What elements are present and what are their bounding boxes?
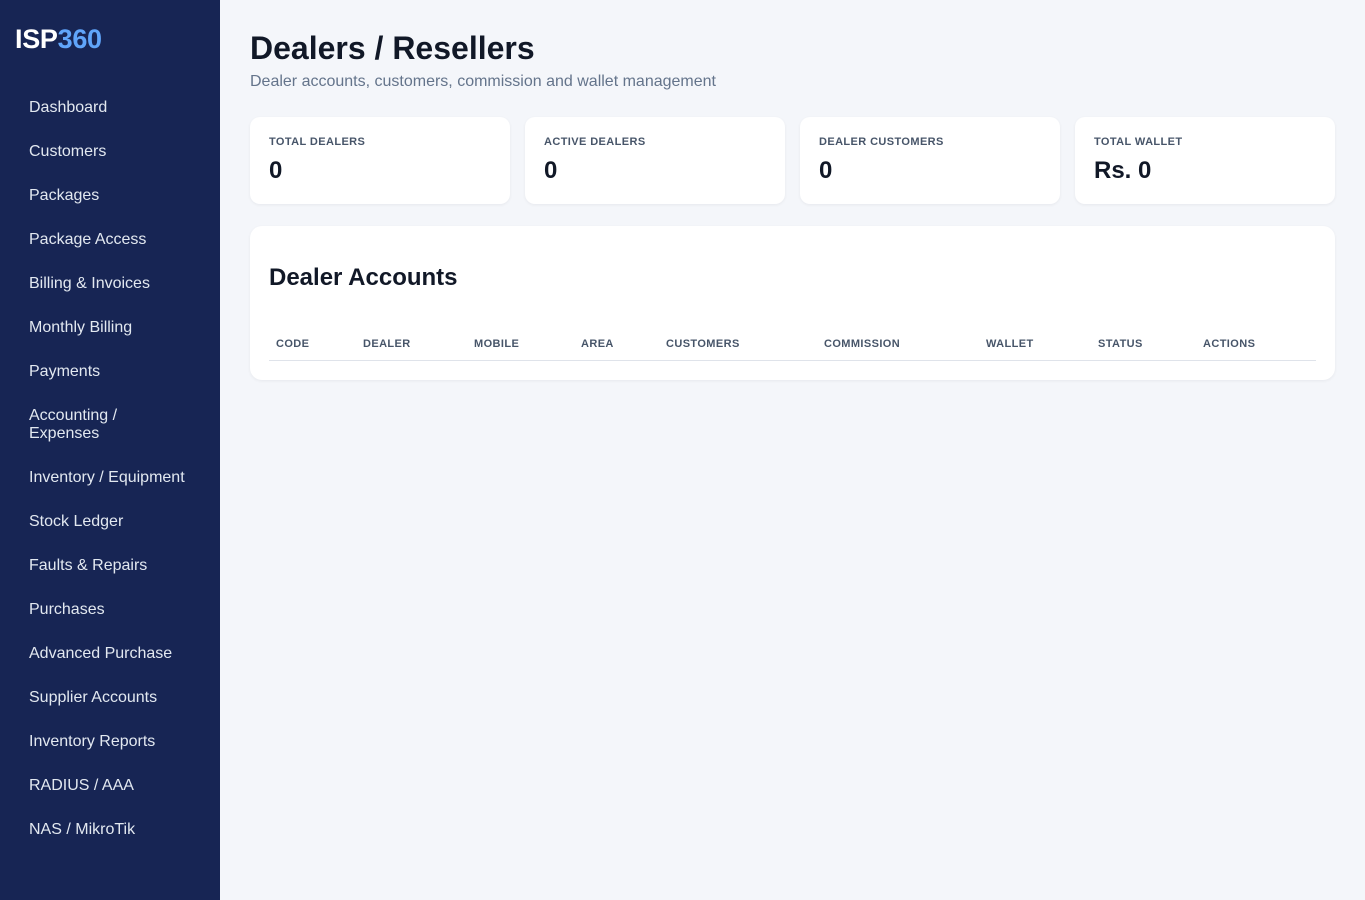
stat-label: TOTAL DEALERS [269, 136, 366, 148]
sidebar-item-monthly-billing[interactable]: Monthly Billing [0, 307, 220, 348]
sidebar-item-stock-ledger[interactable]: Stock Ledger [0, 501, 220, 542]
sidebar-item-package-access[interactable]: Package Access [0, 219, 220, 260]
sidebar-item-purchases[interactable]: Purchases [0, 589, 220, 630]
column-header-actions[interactable]: ACTIONS [1203, 338, 1255, 350]
column-header-code[interactable]: CODE [276, 338, 309, 350]
stat-value: 0 [819, 157, 833, 184]
sidebar-item-faults-repairs[interactable]: Faults & Repairs [0, 545, 220, 586]
stat-value: 0 [269, 157, 283, 184]
stat-label: TOTAL WALLET [1094, 136, 1183, 148]
dealer-accounts-panel: Dealer Accounts CODE DEALER MOBILE AREA … [250, 226, 1335, 380]
column-header-dealer[interactable]: DEALER [363, 338, 411, 350]
sidebar-item-inventory-reports[interactable]: Inventory Reports [0, 721, 220, 762]
column-header-status[interactable]: STATUS [1098, 338, 1143, 350]
stat-value: Rs. 0 [1094, 157, 1152, 184]
stat-label: ACTIVE DEALERS [544, 136, 646, 148]
column-header-mobile[interactable]: MOBILE [474, 338, 519, 350]
sidebar-item-packages[interactable]: Packages [0, 175, 220, 216]
table-header-row: CODE DEALER MOBILE AREA CUSTOMERS COMMIS… [269, 336, 1316, 361]
sidebar-item-dashboard[interactable]: Dashboard [0, 87, 220, 128]
sidebar: ISP360 Dashboard Customers Packages Pack… [0, 0, 220, 900]
column-header-commission[interactable]: COMMISSION [824, 338, 900, 350]
sidebar-item-inventory-equipment[interactable]: Inventory / Equipment [0, 457, 220, 498]
sidebar-item-nas-mikrotik[interactable]: NAS / MikroTik [0, 809, 220, 850]
app-logo[interactable]: ISP360 [15, 24, 102, 54]
column-header-area[interactable]: AREA [581, 338, 614, 350]
stat-card-active-dealers: ACTIVE DEALERS 0 [525, 117, 785, 204]
stat-value: 0 [544, 157, 558, 184]
panel-title: Dealer Accounts [269, 264, 458, 291]
sidebar-item-customers[interactable]: Customers [0, 131, 220, 172]
sidebar-item-advanced-purchase[interactable]: Advanced Purchase [0, 633, 220, 674]
stats-row: TOTAL DEALERS 0 ACTIVE DEALERS 0 DEALER … [250, 117, 1335, 204]
stat-card-total-wallet: TOTAL WALLET Rs. 0 [1075, 117, 1335, 204]
sidebar-item-billing-invoices[interactable]: Billing & Invoices [0, 263, 220, 304]
logo-text-primary: ISP [15, 24, 58, 54]
logo-text-accent: 360 [57, 24, 102, 54]
sidebar-item-payments[interactable]: Payments [0, 351, 220, 392]
page-title: Dealers / Resellers [250, 30, 535, 66]
column-header-customers[interactable]: CUSTOMERS [666, 338, 740, 350]
stat-card-total-dealers: TOTAL DEALERS 0 [250, 117, 510, 204]
sidebar-nav: Dashboard Customers Packages Package Acc… [0, 87, 220, 853]
column-header-wallet[interactable]: WALLET [986, 338, 1034, 350]
sidebar-item-radius-aaa[interactable]: RADIUS / AAA [0, 765, 220, 806]
page-subtitle: Dealer accounts, customers, commission a… [250, 73, 716, 90]
stat-label: DEALER CUSTOMERS [819, 136, 944, 148]
sidebar-item-accounting-expenses[interactable]: Accounting / Expenses [0, 395, 179, 454]
stat-card-dealer-customers: DEALER CUSTOMERS 0 [800, 117, 1060, 204]
sidebar-item-supplier-accounts[interactable]: Supplier Accounts [0, 677, 220, 718]
